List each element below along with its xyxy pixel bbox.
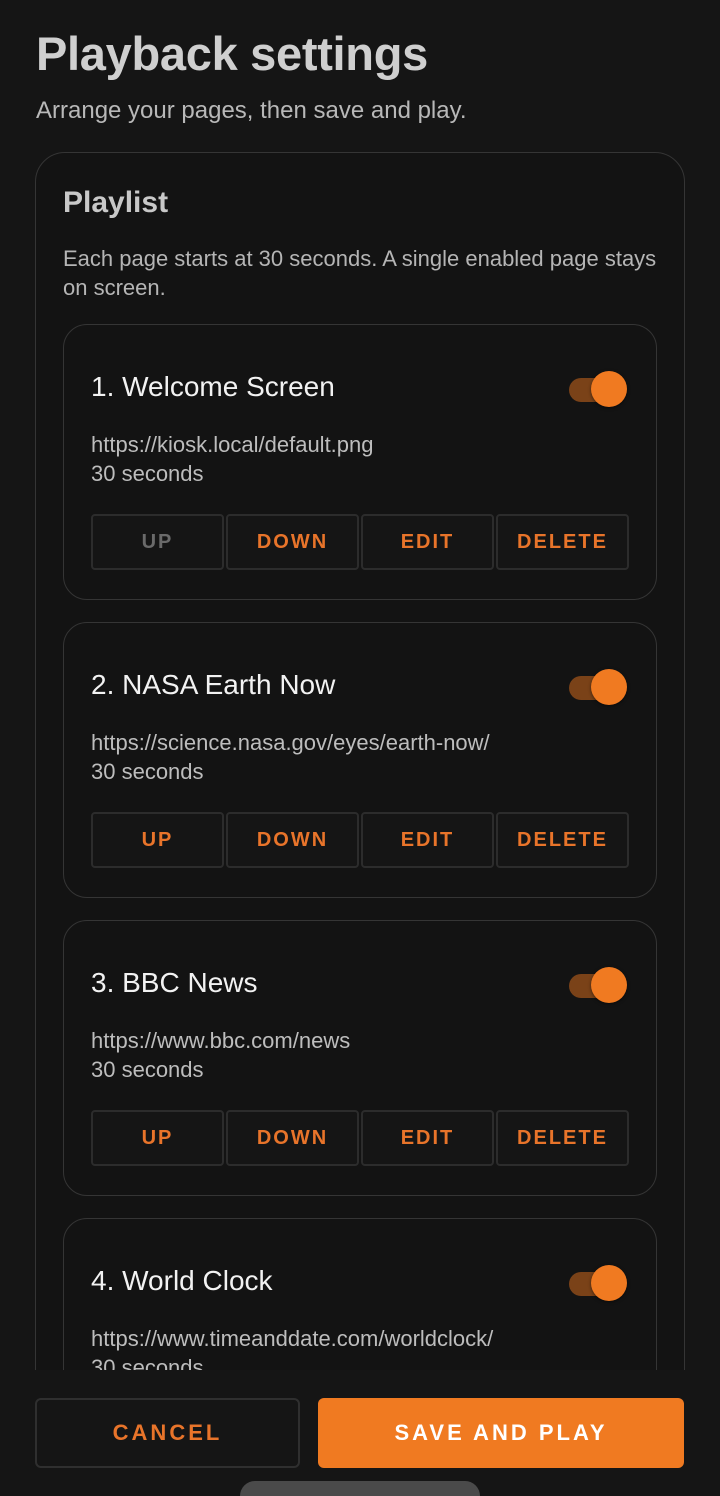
page-title: Playback settings [36,27,428,80]
toggle-thumb [591,669,627,705]
enabled-toggle[interactable] [569,371,627,407]
toggle-thumb [591,371,627,407]
item-duration: 30 seconds [91,1057,204,1082]
edit-button[interactable]: EDIT [361,812,494,868]
playlist-item: 1. Welcome Screen https://kiosk.local/de… [63,324,657,600]
item-duration: 30 seconds [91,759,204,784]
gesture-handle[interactable] [240,1481,480,1496]
playlist-item: 3. BBC News https://www.bbc.com/news 30 … [63,920,657,1196]
delete-button[interactable]: DELETE [496,1110,629,1166]
item-title: 1. Welcome Screen [91,371,335,402]
save-and-play-button[interactable]: SAVE AND PLAY [318,1398,684,1468]
playlist-item: 2. NASA Earth Now https://science.nasa.g… [63,622,657,898]
playlist-title: Playlist [63,186,169,219]
item-duration: 30 seconds [91,461,204,486]
playlist-description: Each page starts at 30 seconds. A single… [63,246,657,300]
item-title: 3. BBC News [91,967,258,998]
toggle-thumb [591,967,627,1003]
item-url: https://www.timeanddate.com/worldclock/ [91,1326,494,1351]
enabled-toggle[interactable] [569,669,627,705]
page-subtitle: Arrange your pages, then save and play. [36,97,467,124]
bottom-action-bar: CANCEL SAVE AND PLAY [0,1370,720,1496]
edit-button[interactable]: EDIT [361,1110,494,1166]
move-down-button[interactable]: DOWN [226,1110,359,1166]
playback-settings-screen: Playback settings Arrange your pages, th… [0,0,720,1496]
enabled-toggle[interactable] [569,967,627,1003]
delete-button[interactable]: DELETE [496,514,629,570]
item-url: https://www.bbc.com/news [91,1028,351,1053]
move-up-button[interactable]: UP [91,1110,224,1166]
move-up-button[interactable]: UP [91,812,224,868]
item-actions: UP DOWN EDIT DELETE [91,514,630,570]
toggle-thumb [591,1265,627,1301]
item-title: 2. NASA Earth Now [91,669,336,700]
item-actions: UP DOWN EDIT DELETE [91,812,630,868]
delete-button[interactable]: DELETE [496,812,629,868]
item-url: https://science.nasa.gov/eyes/earth-now/ [91,730,490,755]
move-down-button[interactable]: DOWN [226,514,359,570]
playlist-card: Playlist Each page starts at 30 seconds.… [35,152,685,1454]
item-url: https://kiosk.local/default.png [91,432,374,457]
move-down-button[interactable]: DOWN [226,812,359,868]
move-up-button[interactable]: UP [91,514,224,570]
enabled-toggle[interactable] [569,1265,627,1301]
item-title: 4. World Clock [91,1265,273,1296]
edit-button[interactable]: EDIT [361,514,494,570]
item-actions: UP DOWN EDIT DELETE [91,1110,630,1166]
cancel-button[interactable]: CANCEL [35,1398,300,1468]
